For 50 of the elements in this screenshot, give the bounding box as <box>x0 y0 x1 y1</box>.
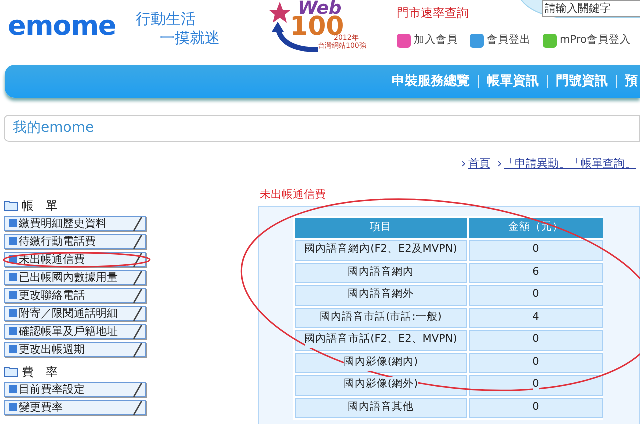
square-icon <box>9 273 17 281</box>
table-cell: 0 <box>532 377 540 394</box>
slash-icon <box>133 234 143 248</box>
slash-icon <box>133 270 143 284</box>
sidebar-item[interactable]: 附寄／限閱通話明細 <box>4 306 146 320</box>
slash-icon <box>133 400 143 414</box>
square-icon <box>9 309 17 317</box>
table-cell: 國內語音市話(F2、E2、MVPN) <box>304 332 458 348</box>
sidebar-item[interactable]: 更改聯絡電話 <box>4 288 146 302</box>
sidebar-item[interactable]: 待繳行動電話費 <box>4 234 146 248</box>
square-icon <box>9 403 17 411</box>
square-icon <box>9 219 17 227</box>
sidebar-item[interactable]: 確認帳單及戶籍地址 <box>4 324 146 338</box>
search-field[interactable]: 請輸入關鍵字 <box>542 0 640 17</box>
square-icon <box>9 237 17 245</box>
slash-icon <box>133 216 143 230</box>
slash-icon <box>133 306 143 320</box>
sidebar-item[interactable]: 變更費率 <box>4 400 146 414</box>
column-header: 項目 <box>295 218 467 238</box>
sidebar-item[interactable]: 目前費率設定 <box>4 382 146 396</box>
store-speed-link[interactable]: 門市速率查詢 <box>397 4 469 22</box>
slash-icon <box>133 324 143 338</box>
slogan: 行動生活 <box>136 9 196 30</box>
slash-icon <box>133 382 143 396</box>
slash-icon <box>133 288 143 302</box>
table-cell: 國內影像(網內) <box>344 354 418 371</box>
emome-logo[interactable]: emome <box>8 13 116 41</box>
chevron-icon <box>462 159 466 170</box>
sidebar-heading: 帳 單 <box>22 198 58 214</box>
page-title: 我的emome <box>13 119 94 138</box>
member-link[interactable]: mPro會員登入 <box>543 33 631 49</box>
square-icon <box>9 291 17 299</box>
square-icon <box>9 345 17 353</box>
sidebar-heading: 費 率 <box>22 364 58 380</box>
member-link[interactable]: 加入會員 <box>397 33 458 49</box>
breadcrumb-link[interactable]: 首頁 <box>468 156 490 172</box>
sidebar-item[interactable]: 更改出帳週期 <box>4 342 146 356</box>
slash-icon <box>133 342 143 356</box>
sidebar-item[interactable]: 繳費明細歷史資料 <box>4 216 146 230</box>
sidebar-item[interactable]: 已出帳國內數據用量 <box>4 270 146 284</box>
folder-icon <box>4 200 18 211</box>
folder-icon <box>4 366 18 377</box>
chevron-icon <box>498 159 501 170</box>
section-title: 未出帳通信費 <box>260 186 327 202</box>
square-icon <box>9 327 17 335</box>
breadcrumb-link[interactable]: 「申請異動」「帳單查詢」 <box>504 156 636 172</box>
slash-icon <box>133 252 143 266</box>
square-icon <box>9 385 17 393</box>
member-link[interactable]: 會員登出 <box>470 33 531 49</box>
slogan: 一摸就迷 <box>160 28 220 49</box>
